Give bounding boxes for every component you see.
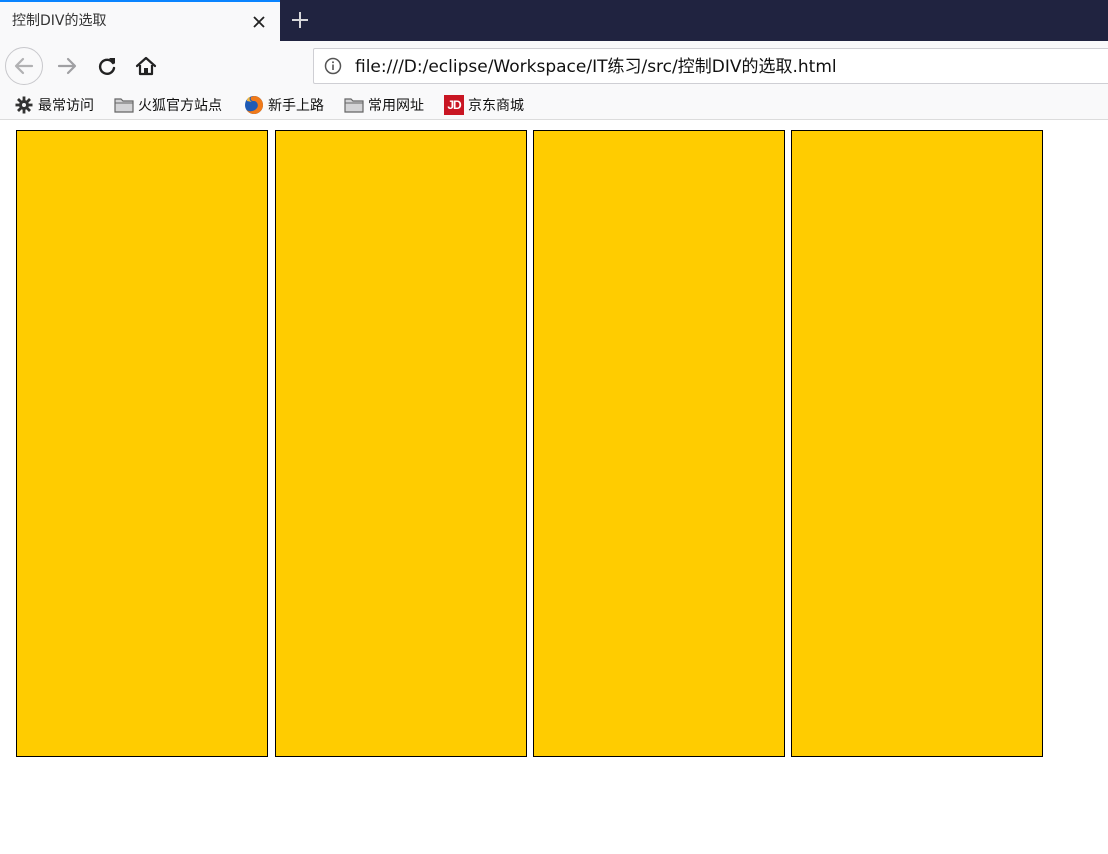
bookmark-most-visited[interactable]: 最常访问 [14, 94, 94, 116]
navigation-toolbar: file:///D:/eclipse/Workspace/IT练习/src/控制… [0, 41, 1108, 90]
active-tab[interactable]: 控制DIV的选取 [0, 0, 280, 41]
home-icon [135, 56, 157, 76]
folder-icon [344, 95, 364, 115]
firefox-icon [244, 95, 264, 115]
bookmarks-toolbar: 最常访问 火狐官方站点 新手上路 常用网址 JD 京东商城 [0, 90, 1108, 120]
bookmark-label: 常用网址 [368, 98, 424, 114]
yellow-div-2[interactable] [275, 130, 527, 757]
bookmark-label: 最常访问 [38, 98, 94, 114]
jd-logo-icon: JD [444, 95, 464, 115]
bookmark-getting-started[interactable]: 新手上路 [244, 94, 324, 116]
back-arrow-icon [14, 57, 34, 75]
bookmark-firefox-official[interactable]: 火狐官方站点 [114, 94, 222, 116]
gear-icon [14, 95, 34, 115]
bookmark-label: 火狐官方站点 [138, 98, 222, 114]
bookmark-jd-mall[interactable]: JD 京东商城 [444, 94, 524, 116]
tab-title: 控制DIV的选取 [12, 13, 107, 29]
reload-icon [98, 58, 116, 75]
bookmark-common-sites[interactable]: 常用网址 [344, 94, 424, 116]
bookmark-label: 京东商城 [468, 98, 524, 114]
yellow-div-4[interactable] [791, 130, 1043, 757]
jd-logo-text: JD [444, 95, 464, 115]
forward-button[interactable] [54, 53, 80, 79]
back-button[interactable] [5, 47, 43, 85]
page-content [0, 120, 1108, 854]
new-tab-plus-icon[interactable] [289, 9, 311, 31]
info-icon[interactable] [324, 57, 342, 75]
reload-button[interactable] [94, 53, 120, 79]
home-button[interactable] [133, 53, 159, 79]
forward-arrow-icon [57, 57, 77, 75]
url-bar[interactable]: file:///D:/eclipse/Workspace/IT练习/src/控制… [313, 48, 1108, 84]
url-text[interactable]: file:///D:/eclipse/Workspace/IT练习/src/控制… [355, 56, 837, 78]
yellow-div-3[interactable] [533, 130, 785, 757]
yellow-div-1[interactable] [16, 130, 268, 757]
close-icon[interactable] [250, 13, 268, 31]
bookmark-label: 新手上路 [268, 98, 324, 114]
folder-icon [114, 95, 134, 115]
tab-strip: 控制DIV的选取 [0, 0, 1108, 41]
